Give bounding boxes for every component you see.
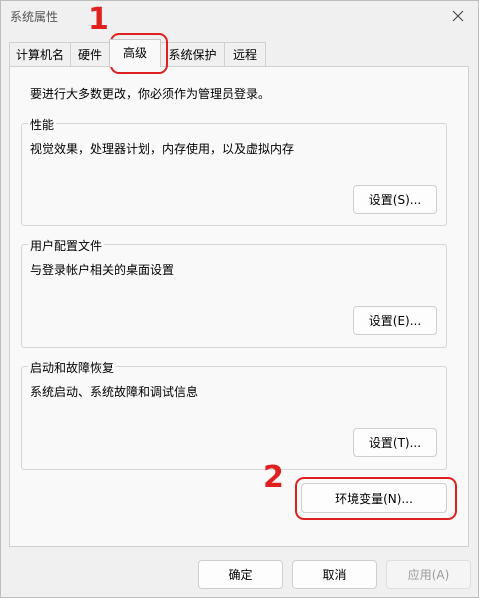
close-icon xyxy=(452,10,464,22)
annotation-box-env-button xyxy=(295,477,457,520)
startup-recovery-legend: 启动和故障恢复 xyxy=(28,359,117,376)
tab-computer-name[interactable]: 计算机名 xyxy=(9,42,71,66)
user-profiles-group: 用户配置文件 与登录帐户相关的桌面设置 设置(E)... xyxy=(21,237,447,348)
startup-recovery-settings-button[interactable]: 设置(T)... xyxy=(353,428,437,457)
user-profiles-settings-button[interactable]: 设置(E)... xyxy=(353,306,437,335)
system-properties-window: 系统属性 计算机名 硬件 高级 系统保护 远程 要进行大多数更改，你必须作为管理… xyxy=(0,0,479,598)
tab-remote[interactable]: 远程 xyxy=(224,42,266,66)
performance-legend: 性能 xyxy=(28,116,57,133)
apply-button[interactable]: 应用(A) xyxy=(386,560,471,589)
cancel-button[interactable]: 取消 xyxy=(292,560,377,589)
startup-recovery-group: 启动和故障恢复 系统启动、系统故障和调试信息 设置(T)... xyxy=(21,359,447,470)
annotation-step-1: 1 xyxy=(88,2,109,37)
user-profiles-legend: 用户配置文件 xyxy=(28,237,105,254)
title-bar: 系统属性 xyxy=(1,1,478,31)
tab-advanced[interactable]: 高级 xyxy=(109,39,161,67)
annotation-step-2: 2 xyxy=(263,460,284,495)
performance-group: 性能 视觉效果，处理器计划，内存使用，以及虚拟内存 设置(S)... xyxy=(21,116,447,226)
tab-system-protection[interactable]: 系统保护 xyxy=(160,42,225,66)
advanced-panel: 要进行大多数更改，你必须作为管理员登录。 性能 视觉效果，处理器计划，内存使用，… xyxy=(9,66,469,547)
performance-description: 视觉效果，处理器计划，内存使用，以及虚拟内存 xyxy=(30,142,295,156)
ok-button[interactable]: 确定 xyxy=(198,560,283,589)
window-title: 系统属性 xyxy=(10,10,59,24)
admin-notice: 要进行大多数更改，你必须作为管理员登录。 xyxy=(30,87,271,101)
close-button[interactable] xyxy=(438,1,478,31)
performance-settings-button[interactable]: 设置(S)... xyxy=(353,185,437,214)
user-profiles-description: 与登录帐户相关的桌面设置 xyxy=(30,263,175,277)
tab-hardware[interactable]: 硬件 xyxy=(70,42,110,66)
startup-recovery-description: 系统启动、系统故障和调试信息 xyxy=(30,385,199,399)
